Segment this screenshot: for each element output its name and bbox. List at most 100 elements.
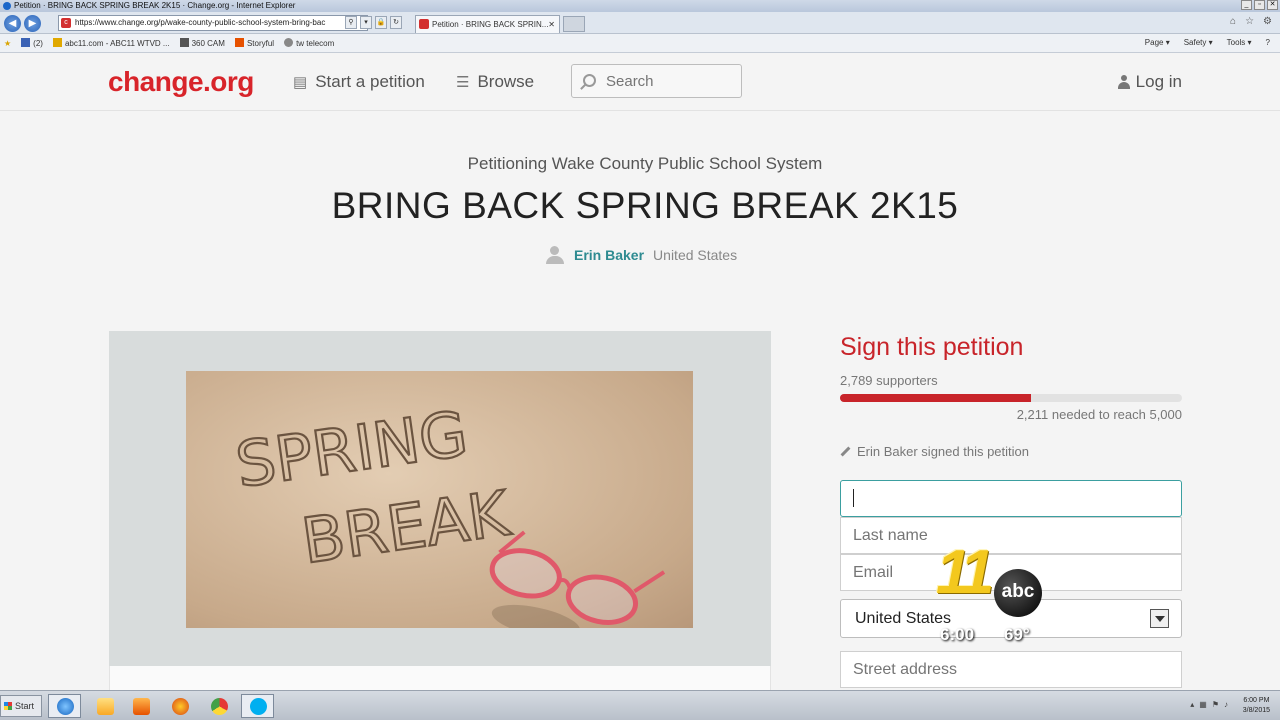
site-header: change.org ▤ Start a petition ☰ Browse L… (0, 53, 1280, 111)
gear-icon[interactable]: ⚙ (1263, 16, 1272, 27)
avatar-icon (545, 246, 565, 264)
chevron-down-icon[interactable] (1150, 609, 1169, 628)
petition-target: Petitioning Wake County Public School Sy… (467, 154, 823, 173)
start-button[interactable]: Start (0, 695, 42, 717)
lock-icon[interactable]: 🔒 (375, 16, 387, 29)
windows-taskbar: Start ▴ ▦ ⚑ ♪ 6:00 PM 3/8/2015 (0, 690, 1280, 720)
ie-icon (3, 2, 11, 10)
favorites-star-icon[interactable]: ★ (4, 39, 11, 48)
favorite-item-storyful[interactable]: Storyful (234, 38, 274, 48)
browse-link[interactable]: ☰ Browse (456, 72, 534, 92)
taskbar-media-player[interactable] (124, 694, 157, 718)
media-player-icon (133, 698, 150, 715)
tray-expand-icon[interactable]: ▴ (1190, 700, 1194, 709)
command-tools[interactable]: Tools ▾ (1227, 38, 1252, 47)
browser-right-icons: ⌂ ☆ ⚙ (1230, 16, 1272, 27)
supporters-count: 2,789 supporters (840, 373, 938, 388)
taskbar-skype[interactable] (241, 694, 274, 718)
taskbar-firefox[interactable] (163, 694, 196, 718)
supporters-progress-bar (840, 394, 1182, 402)
system-tray: ▴ ▦ ⚑ ♪ (1190, 700, 1228, 709)
favorite-item-abc11[interactable]: abc11.com - ABC11 WTVD ... (52, 38, 170, 48)
refresh-icon[interactable]: ↻ (390, 16, 402, 29)
command-page[interactable]: Page ▾ (1145, 38, 1170, 47)
clock-time: 6:00 PM (1243, 697, 1270, 704)
help-icon[interactable]: ? (1266, 38, 1270, 47)
recent-signer: Erin Baker signed this petition (840, 444, 1029, 459)
address-bar[interactable]: c https://www.change.org/p/wake-county-p… (58, 15, 368, 31)
tray-volume-icon[interactable]: ♪ (1224, 700, 1228, 709)
list-icon: ☰ (456, 74, 470, 91)
clock-date: 3/8/2015 (1242, 707, 1270, 714)
pencil-icon (840, 446, 851, 457)
login-link[interactable]: Log in (1117, 72, 1182, 92)
start-petition-link[interactable]: ▤ Start a petition (293, 72, 425, 92)
watermark-time: 6:00 (940, 625, 975, 644)
favorite-item-tw-telecom[interactable]: tw telecom (284, 38, 334, 48)
tab-close-icon[interactable]: ✕ (548, 16, 555, 33)
search-icon[interactable]: ⚲ (345, 16, 357, 29)
command-safety[interactable]: Safety ▾ (1184, 38, 1213, 47)
channel-number: 11 (936, 538, 994, 607)
image-text-break: BREAK (297, 476, 514, 577)
login-label: Log in (1135, 72, 1182, 91)
back-arrow-icon[interactable]: ◀ (4, 15, 21, 32)
user-icon (1117, 75, 1130, 89)
abc11-watermark: 11 abc 6:00 69° (936, 537, 1046, 649)
favorite-item-facebook[interactable]: (2) (21, 38, 43, 48)
tray-flag-icon[interactable]: ⚑ (1212, 700, 1219, 709)
browser-tab[interactable]: Petition · BRING BACK SPRIN... ✕ (415, 15, 560, 33)
supporters-needed: 2,211 needed to reach 5,000 (1016, 407, 1182, 422)
street-address-field[interactable] (840, 651, 1182, 688)
minimize-icon[interactable]: _ (1241, 0, 1252, 10)
window-titlebar: Petition · BRING BACK SPRING BREAK 2K15 … (0, 0, 1280, 12)
window-controls: _ ▫ ✕ (1241, 0, 1278, 10)
browse-label: Browse (477, 72, 535, 91)
petition-title: BRING BACK SPRING BREAK 2K15 (331, 185, 959, 226)
firefox-icon (172, 698, 189, 715)
search-input[interactable] (571, 64, 742, 98)
change-org-logo[interactable]: change.org (108, 66, 254, 98)
author-location: United States (653, 247, 738, 263)
tab-title: Petition · BRING BACK SPRIN... (432, 20, 549, 29)
close-icon[interactable]: ✕ (1267, 0, 1278, 10)
document-icon: ▤ (293, 74, 308, 91)
taskbar-explorer[interactable] (88, 694, 121, 718)
tab-favicon (419, 19, 429, 29)
first-name-field[interactable] (840, 480, 1182, 517)
taskbar-chrome[interactable] (202, 694, 235, 718)
internet-explorer-icon (57, 698, 74, 715)
browser-navbar: ◀ ▶ c https://www.change.org/p/wake-coun… (0, 12, 1280, 34)
recent-signer-text: Erin Baker signed this petition (857, 444, 1029, 459)
command-bar: Page ▾ Safety ▾ Tools ▾ ? (1145, 38, 1270, 47)
tray-network-icon[interactable]: ▦ (1199, 700, 1207, 709)
watermark-temperature: 69° (1004, 625, 1030, 644)
folder-icon (97, 698, 114, 715)
address-url: https://www.change.org/p/wake-county-pub… (75, 18, 326, 27)
favorites-list: ★ (2) abc11.com - ABC11 WTVD ... 360 CAM… (4, 38, 334, 48)
progress-fill (840, 394, 1031, 402)
window-title: Petition · BRING BACK SPRING BREAK 2K15 … (14, 1, 296, 10)
petition-author: Erin Baker United States (545, 246, 737, 264)
home-icon[interactable]: ⌂ (1230, 16, 1236, 27)
chrome-icon (211, 698, 228, 715)
abc-logo: abc (994, 569, 1042, 617)
favorites-bar: ★ (2) abc11.com - ABC11 WTVD ... 360 CAM… (0, 34, 1280, 53)
taskbar-clock[interactable]: 6:00 PM 3/8/2015 (1243, 696, 1270, 716)
taskbar-ie[interactable] (48, 694, 81, 718)
favorite-item-360cam[interactable]: 360 CAM (179, 38, 225, 48)
dropdown-icon[interactable]: ▾ (360, 16, 372, 29)
forward-arrow-icon[interactable]: ▶ (24, 15, 41, 32)
skype-icon (250, 698, 267, 715)
star-icon[interactable]: ☆ (1245, 16, 1254, 27)
start-petition-label: Start a petition (315, 72, 425, 91)
sign-heading: Sign this petition (840, 333, 1024, 361)
new-tab-button[interactable] (563, 16, 585, 32)
author-name[interactable]: Erin Baker (574, 247, 644, 263)
spring-break-sand-illustration: SPRING BREAK (230, 396, 666, 628)
address-tools: ⚲ ▾ 🔒 ↻ (345, 16, 402, 29)
restore-icon[interactable]: ▫ (1254, 0, 1265, 10)
site-favicon: c (61, 18, 71, 28)
text-caret (853, 489, 854, 507)
search-icon (583, 74, 596, 87)
